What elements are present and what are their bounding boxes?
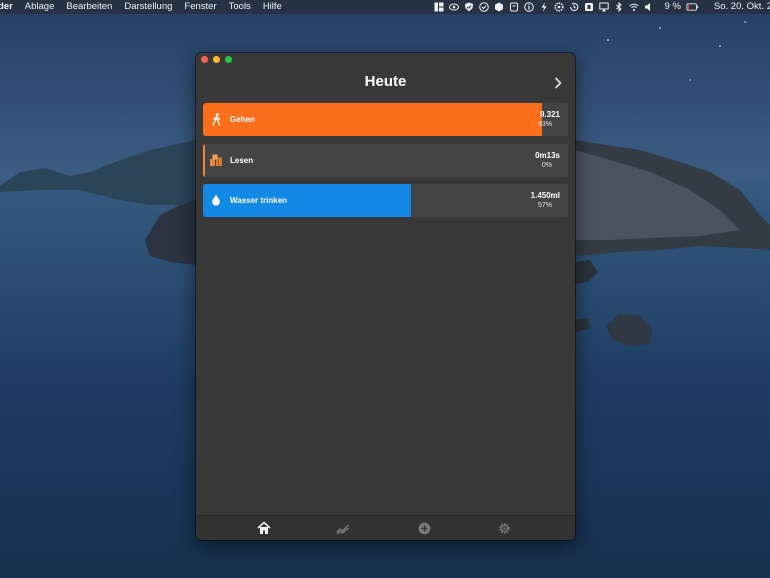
chevron-right-icon[interactable] (553, 76, 563, 89)
volume-icon[interactable] (644, 0, 655, 14)
habit-name: Lesen (230, 156, 254, 165)
add-icon[interactable] (417, 521, 431, 535)
menu-list: der Ablage Bearbeiten Darstellung Fenste… (0, 0, 288, 14)
bolt-icon[interactable] (539, 0, 550, 14)
books-icon (209, 153, 223, 167)
habit-value: 0m13s (535, 151, 560, 160)
habit-name: Gehen (230, 115, 255, 124)
window-layout-icon[interactable] (434, 0, 445, 14)
habit-percent: 0% (541, 162, 552, 169)
habit-value: 1.450ml (530, 191, 560, 200)
airplay-icon[interactable] (599, 0, 610, 14)
time-machine-icon[interactable] (569, 0, 580, 14)
shield-icon[interactable] (464, 0, 475, 14)
habit-percent: 57% (537, 202, 552, 209)
menu-darstellung[interactable]: Darstellung (118, 0, 178, 14)
habit-row-wasser-trinken[interactable]: Wasser trinken 1.450ml 57% (203, 184, 568, 217)
menu-clock[interactable]: So. 20. Okt. 2 (714, 0, 770, 14)
bluetooth-icon[interactable] (614, 0, 625, 14)
check-circle-icon[interactable] (479, 0, 490, 14)
habit-row-lesen[interactable]: Lesen 0m13s 0% (203, 144, 568, 177)
archive-icon[interactable] (509, 0, 520, 14)
cube-icon[interactable] (494, 0, 505, 14)
menu-hilfe[interactable]: Hilfe (257, 0, 288, 14)
menu-app[interactable]: der (0, 0, 19, 14)
habit-percent: 93% (537, 121, 552, 128)
walking-icon (209, 112, 223, 126)
battery-percent: 9 % (664, 1, 681, 12)
eye-icon[interactable] (449, 0, 460, 14)
menu-ablage[interactable]: Ablage (19, 0, 61, 14)
menu-fenster[interactable]: Fenster (178, 0, 222, 14)
window-controls (201, 56, 237, 63)
habit-value: 9.321 (539, 110, 560, 119)
home-icon[interactable] (257, 521, 271, 535)
water-drop-icon (209, 193, 223, 207)
maximize-button[interactable] (225, 56, 232, 63)
wifi-icon[interactable] (629, 0, 640, 14)
progress-start-marker (203, 144, 205, 177)
info-icon[interactable] (524, 0, 535, 14)
menu-bearbeiten[interactable]: Bearbeiten (60, 0, 118, 14)
page-title: Heute (364, 73, 407, 90)
menu-bar: der Ablage Bearbeiten Darstellung Fenste… (0, 0, 770, 14)
gear-badge-icon[interactable] (554, 0, 565, 14)
battery-icon[interactable] (685, 0, 700, 14)
menu-tools[interactable]: Tools (223, 0, 257, 14)
habit-row-gehen[interactable]: Gehen 9.321 93% (203, 103, 568, 136)
status-area: 9 % So. 20. Okt. 2 (432, 0, 770, 14)
minimize-button[interactable] (213, 56, 220, 63)
close-button[interactable] (201, 56, 208, 63)
document-badge-icon[interactable] (584, 0, 595, 14)
trend-icon[interactable] (336, 521, 350, 535)
app-window: Heute Gehen 9.321 93% Lesen 0m13s 0% Was… (196, 53, 575, 540)
settings-icon[interactable] (497, 521, 511, 535)
habit-name: Wasser trinken (230, 196, 288, 205)
tab-bar (196, 515, 575, 540)
